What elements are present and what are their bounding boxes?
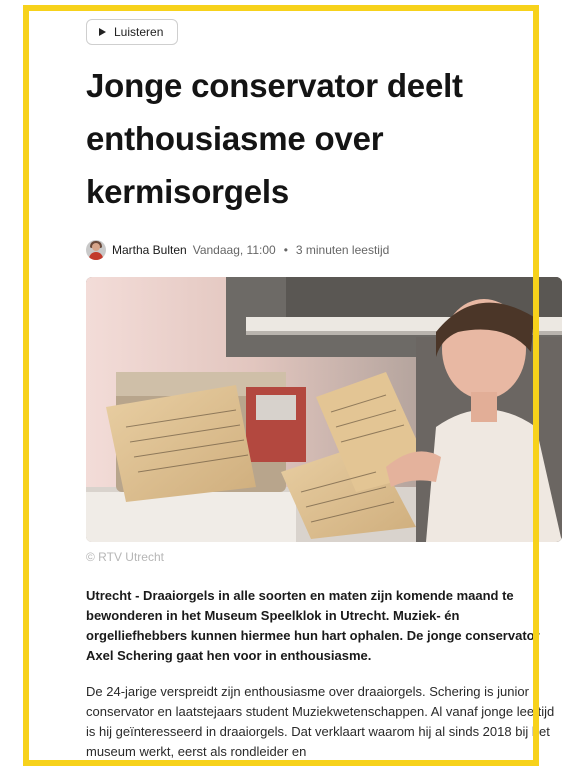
photo-caption: © RTV Utrecht bbox=[86, 550, 164, 564]
author-name[interactable]: Martha Bulten bbox=[112, 243, 187, 257]
article-meta: Martha Bulten Vandaag, 11:00 • 3 minuten… bbox=[86, 240, 562, 260]
article-body: De 24-jarige verspreidt zijn enthousiasm… bbox=[86, 684, 555, 759]
article-photo bbox=[86, 277, 562, 542]
publish-date: Vandaag, 11:00 bbox=[192, 243, 276, 257]
listen-label: Luisteren bbox=[114, 25, 164, 39]
reading-time: 3 minuten leestijd bbox=[295, 243, 390, 257]
author-avatar bbox=[86, 240, 106, 260]
play-icon bbox=[99, 28, 106, 36]
article-page: Luisteren Jonge conservator deelt enthou… bbox=[86, 19, 562, 762]
meta-separator: • bbox=[283, 243, 288, 257]
article-lead: Utrecht - Draaiorgels in alle soorten en… bbox=[86, 588, 540, 663]
bottom-edge bbox=[0, 760, 563, 772]
listen-button[interactable]: Luisteren bbox=[86, 19, 179, 45]
article-photo-image bbox=[86, 277, 562, 542]
article-title: Jonge conservator deelt enthousiasme ove… bbox=[86, 67, 463, 210]
